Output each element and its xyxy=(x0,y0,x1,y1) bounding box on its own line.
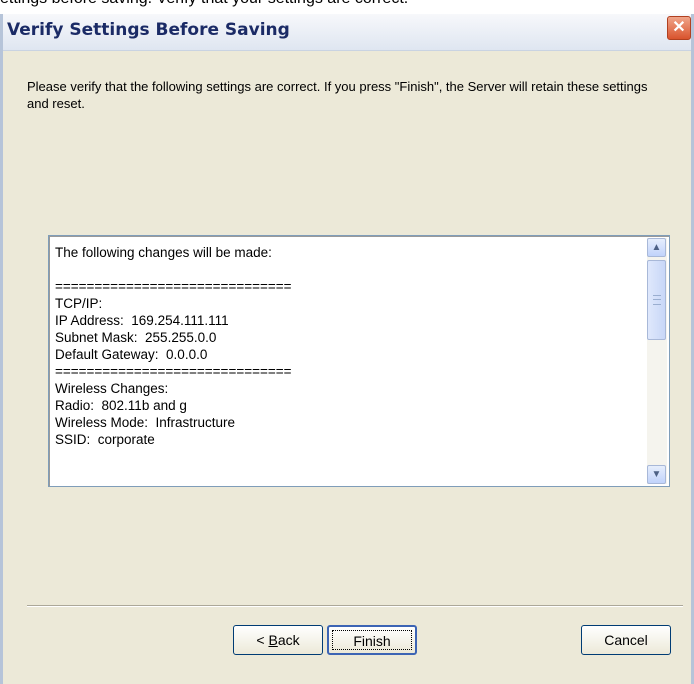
intro-text: Please verify that the following setting… xyxy=(27,79,648,111)
back-prefix: < xyxy=(256,632,269,648)
dialog-title: Verify Settings Before Saving xyxy=(7,20,290,40)
close-icon[interactable]: ✕ xyxy=(667,16,691,40)
verify-settings-dialog: Verify Settings Before Saving ✕ Please v… xyxy=(0,14,694,684)
change-line xyxy=(55,261,641,278)
scroll-down-icon[interactable]: ▼ xyxy=(647,465,666,484)
cancel-button[interactable]: Cancel xyxy=(581,625,671,655)
changes-content: The following changes will be made: =====… xyxy=(55,244,641,482)
back-button[interactable]: < Back xyxy=(233,625,323,655)
change-line: SSID: corporate xyxy=(55,432,155,447)
change-line: Subnet Mask: 255.255.0.0 xyxy=(55,330,217,345)
change-line: IP Address: 169.254.111.111 xyxy=(55,313,229,328)
title-bar[interactable]: Verify Settings Before Saving ✕ xyxy=(3,14,691,51)
change-line: ============================== xyxy=(55,364,292,379)
grip-icon xyxy=(653,295,661,305)
finish-button[interactable]: Finish xyxy=(327,625,417,655)
button-separator xyxy=(27,605,683,607)
scroll-up-icon[interactable]: ▲ xyxy=(647,238,666,257)
change-line: Default Gateway: 0.0.0.0 xyxy=(55,347,208,362)
back-mnemonic: B xyxy=(268,632,278,648)
change-line: Wireless Changes: xyxy=(55,381,169,396)
finish-label: Finish xyxy=(332,630,412,650)
change-line: Radio: 802.11b and g xyxy=(55,398,187,413)
scroll-thumb[interactable] xyxy=(647,260,666,340)
change-line: ============================== xyxy=(55,279,292,294)
back-rest: ack xyxy=(277,632,300,648)
changes-textbox[interactable]: The following changes will be made: =====… xyxy=(48,235,670,487)
change-line: Wireless Mode: Infrastructure xyxy=(55,415,236,430)
vertical-scrollbar[interactable]: ▲ ▼ xyxy=(647,238,667,484)
change-line: The following changes will be made: xyxy=(55,245,272,260)
change-line: TCP/IP: xyxy=(55,296,103,311)
background-window-text: ettings before saving. Verify that your … xyxy=(0,0,694,10)
